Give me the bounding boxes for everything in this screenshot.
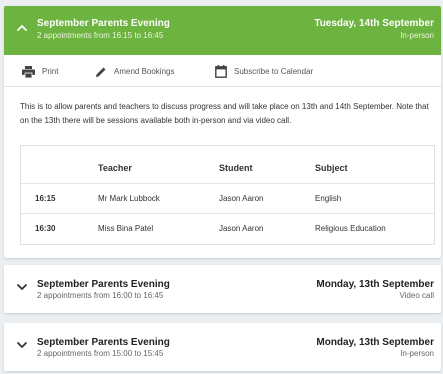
subscribe-calendar-button[interactable]: Subscribe to Calendar — [215, 65, 313, 78]
appointment-time: 16:15 — [35, 194, 56, 203]
print-label: Print — [42, 67, 59, 76]
event-date: Monday, 13th September — [316, 279, 434, 290]
event-mode: In-person — [400, 349, 434, 358]
event-header[interactable]: September Parents Evening 2 appointments… — [4, 265, 441, 313]
header-student: Student — [219, 163, 253, 173]
event-header[interactable]: September Parents Evening 2 appointments… — [4, 323, 441, 371]
subscribe-calendar-label: Subscribe to Calendar — [234, 67, 314, 76]
chevron-up-icon[interactable] — [15, 21, 29, 35]
table-row: 16:30 Miss Bina Patel Jason Aaron Religi… — [21, 213, 434, 243]
appointment-time: 16:30 — [35, 224, 56, 233]
event-date: Tuesday, 14th September — [314, 18, 434, 29]
event-title: September Parents Evening — [37, 279, 170, 290]
chevron-down-icon[interactable] — [15, 338, 29, 352]
event-subtitle: 2 appointments from 16:00 to 16:45 — [37, 291, 164, 300]
header-subject: Subject — [315, 163, 348, 173]
event-title: September Parents Evening — [37, 337, 170, 348]
appointment-student: Jason Aaron — [219, 194, 264, 203]
event-mode: Video call — [399, 291, 434, 300]
event-card-collapsed: September Parents Evening 2 appointments… — [4, 265, 441, 313]
appointment-teacher: Mr Mark Lubbock — [98, 194, 160, 203]
calendar-icon — [215, 65, 227, 78]
appointments-table: Teacher Student Subject 16:15 Mr Mark Lu… — [20, 145, 435, 245]
appointment-subject: Religious Education — [315, 224, 386, 233]
event-card-expanded: September Parents Evening 2 appointments… — [4, 6, 441, 258]
event-subtitle: 2 appointments from 16:15 to 16:45 — [37, 31, 164, 40]
event-date: Monday, 13th September — [316, 337, 434, 348]
event-subtitle: 2 appointments from 15:00 to 15:45 — [37, 349, 164, 358]
appointment-subject: English — [315, 194, 342, 203]
pencil-icon — [95, 66, 107, 78]
event-toolbar: Print Amend Bookings Subscribe to Calend… — [4, 55, 441, 87]
print-button[interactable]: Print — [22, 65, 58, 78]
event-title: September Parents Evening — [37, 18, 170, 29]
event-card-collapsed: September Parents Evening 2 appointments… — [4, 323, 441, 371]
header-teacher: Teacher — [98, 163, 132, 173]
event-description: This is to allow parents and teachers to… — [20, 102, 429, 125]
amend-bookings-button[interactable]: Amend Bookings — [95, 65, 174, 78]
appointment-student: Jason Aaron — [219, 224, 264, 233]
appointment-teacher: Miss Bina Patel — [98, 224, 154, 233]
chevron-down-icon[interactable] — [15, 280, 29, 294]
event-header[interactable]: September Parents Evening 2 appointments… — [4, 6, 441, 55]
printer-icon — [22, 65, 35, 78]
table-row: 16:15 Mr Mark Lubbock Jason Aaron Englis… — [21, 183, 434, 213]
event-mode: In-person — [400, 31, 434, 40]
amend-bookings-label: Amend Bookings — [114, 67, 175, 76]
